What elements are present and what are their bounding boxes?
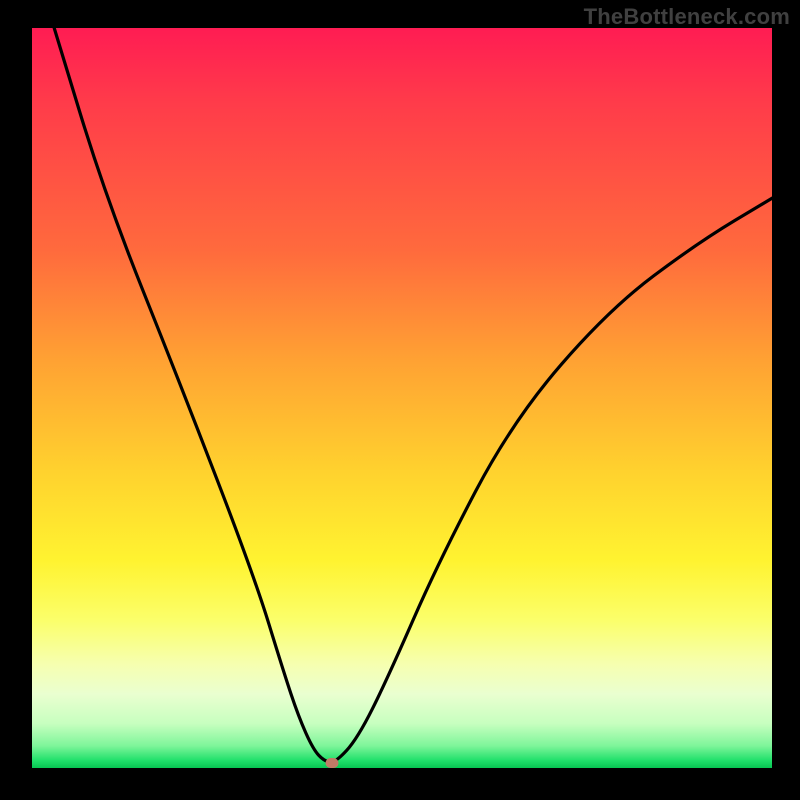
bottleneck-curve: [32, 28, 772, 768]
minimum-marker: [325, 758, 338, 768]
plot-area: [32, 28, 772, 768]
watermark-text: TheBottleneck.com: [584, 4, 790, 30]
chart-frame: TheBottleneck.com: [0, 0, 800, 800]
